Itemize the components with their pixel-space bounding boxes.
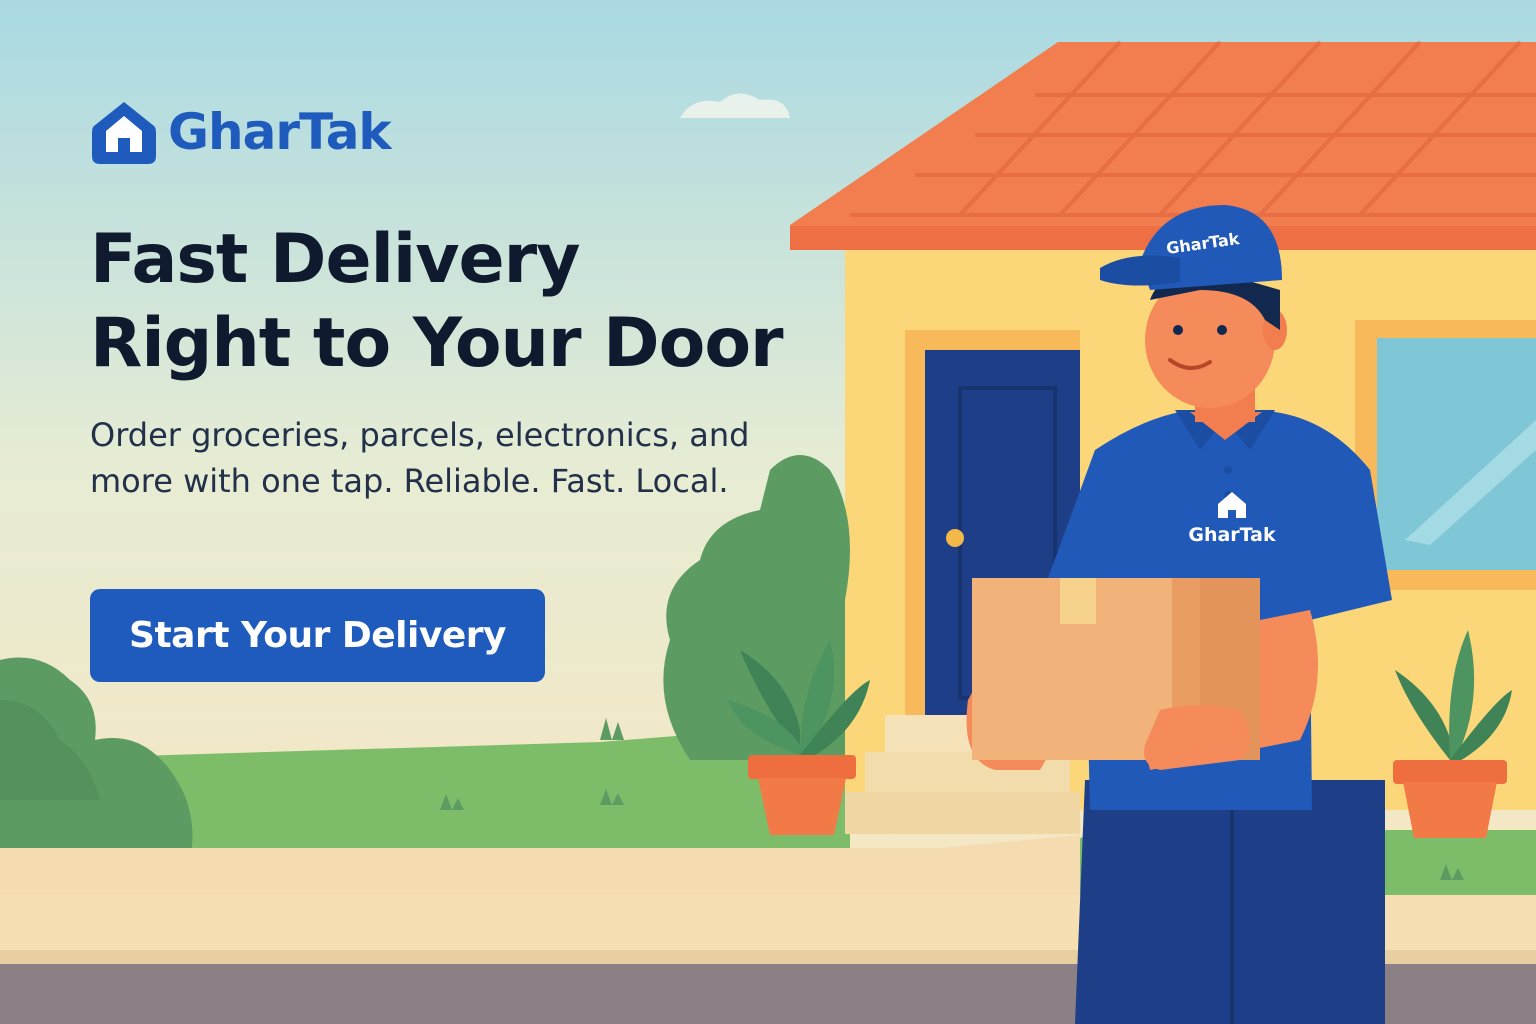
house-icon — [92, 102, 156, 164]
pot-left-rim — [748, 755, 856, 779]
hero-headline: Fast Delivery Right to Your Door — [90, 218, 850, 386]
shirt-logo: GharTak — [1186, 490, 1278, 546]
brand-name: GharTak — [168, 103, 392, 161]
shirt-house-icon — [1218, 492, 1246, 518]
brand-logo[interactable]: GharTak — [90, 98, 392, 166]
pot-right-rim — [1393, 760, 1507, 784]
hero-tagline: Order groceries, parcels, electronics, a… — [90, 416, 750, 500]
door-knob — [946, 529, 964, 547]
box-tape — [1060, 578, 1096, 624]
shirt-logo-text: GharTak — [1188, 524, 1276, 546]
hero-banner: GharTak Fast Delivery Right to Your Door… — [0, 0, 1536, 1024]
start-delivery-button[interactable]: Start Your Delivery — [90, 589, 545, 682]
headline-line-2: Right to Your Door — [90, 304, 784, 383]
headline-line-1: Fast Delivery — [90, 220, 581, 299]
